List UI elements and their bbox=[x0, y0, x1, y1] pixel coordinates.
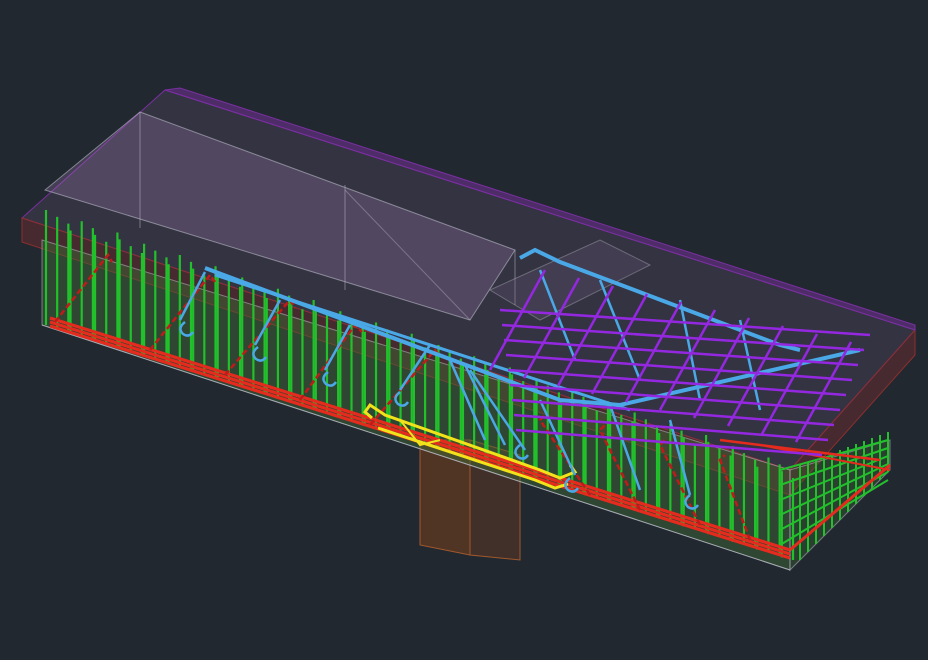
rebar-3d-model bbox=[21, 87, 916, 572]
cad-viewport[interactable] bbox=[0, 0, 928, 660]
